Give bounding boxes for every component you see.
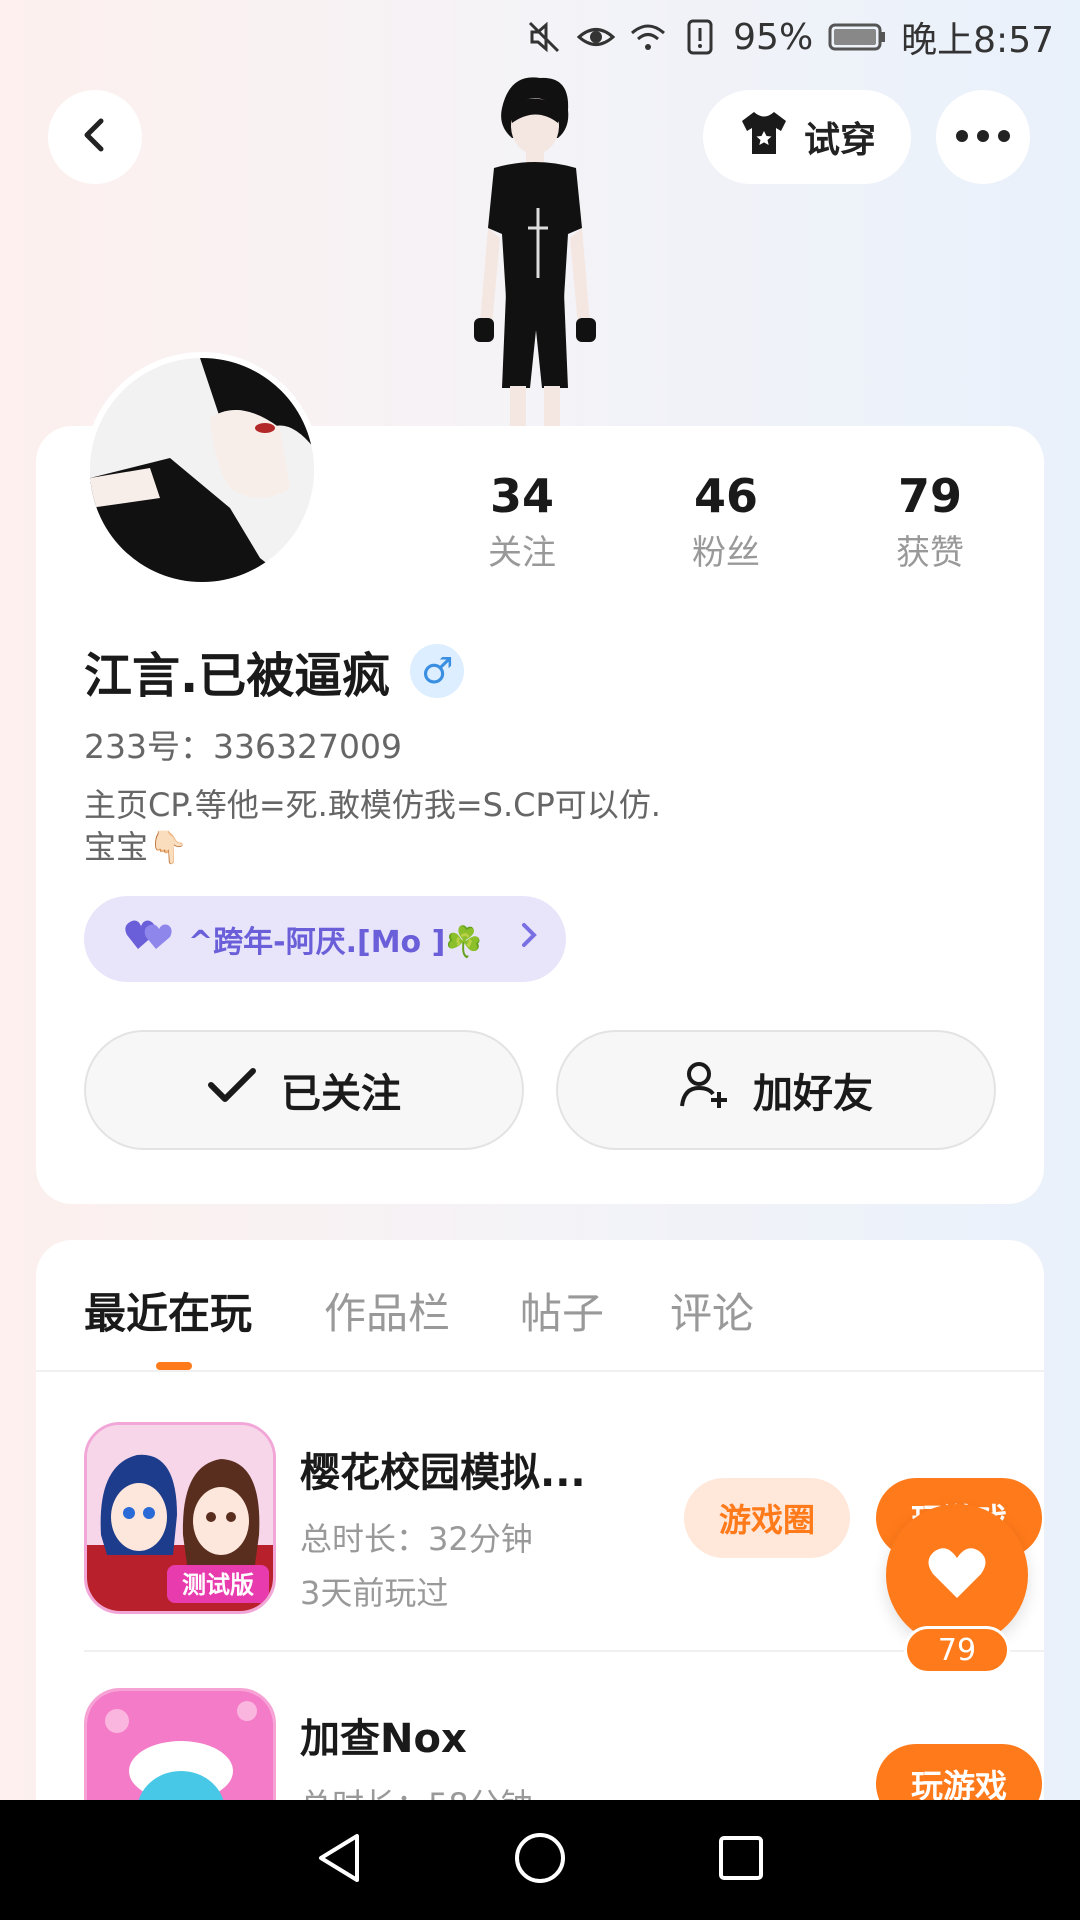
nav-recents-icon[interactable]: [717, 1834, 765, 1886]
game-name: 加查Nox: [300, 1716, 467, 1762]
row-divider: [84, 1650, 1044, 1652]
play-game-button[interactable]: 玩游戏: [876, 1744, 1042, 1800]
system-nav-bar: [0, 1800, 1080, 1920]
battery-icon: [827, 18, 887, 56]
more-button[interactable]: [936, 90, 1030, 184]
mute-icon: [525, 18, 563, 56]
username-row: 江言.已被逼疯 ♂: [84, 636, 465, 706]
stat-followers[interactable]: 46 粉丝: [636, 466, 816, 578]
eye-icon: [577, 18, 616, 56]
test-version-badge: 测试版: [182, 1571, 254, 1599]
cp-partner-name: ^跨年-阿厌.[Mo ]☘️: [188, 925, 483, 960]
chevron-right-icon: [519, 920, 539, 958]
double-heart-icon: [124, 917, 174, 961]
add-friend-button[interactable]: 加好友: [556, 1030, 996, 1150]
game-duration: 总时长：32分钟: [300, 1520, 533, 1558]
nav-back-icon[interactable]: [315, 1832, 363, 1888]
add-friend-label: 加好友: [753, 1071, 873, 1117]
alert-icon: [681, 18, 719, 56]
wifi-icon: [629, 18, 667, 56]
followed-button[interactable]: 已关注: [84, 1030, 524, 1150]
back-button[interactable]: [48, 90, 142, 184]
back-arrow-icon: [75, 115, 115, 159]
try-on-button[interactable]: 试穿: [703, 90, 911, 184]
followed-label: 已关注: [281, 1071, 401, 1117]
stat-likes[interactable]: 79 获赞: [840, 466, 1020, 578]
username: 江言.已被逼疯: [84, 648, 391, 704]
more-dots-icon: [955, 128, 1011, 147]
try-on-label: 试穿: [803, 120, 876, 161]
tab-posts[interactable]: 帖子: [520, 1280, 604, 1341]
tab-bar: 最近在玩 作品栏 帖子 评论: [36, 1240, 1044, 1372]
game-last-played: 3天前玩过: [300, 1574, 449, 1612]
tab-comments[interactable]: 评论: [670, 1280, 754, 1341]
status-bar: 95% 晚上8:57: [0, 0, 1080, 74]
clock: 晚上8:57: [901, 20, 1054, 61]
battery-percent: 95%: [733, 16, 814, 58]
like-count-badge: 79: [904, 1626, 1010, 1674]
tab-indicator: [156, 1362, 192, 1370]
add-user-icon: [679, 1060, 729, 1120]
recent-games-card: 最近在玩 作品栏 帖子 评论 测试版 樱花校园模拟... 总时长：32分钟 3天…: [36, 1240, 1044, 1800]
male-gender-icon: ♂: [410, 644, 465, 698]
stat-following[interactable]: 34 关注: [432, 466, 612, 578]
game-icon-gacha-nox[interactable]: [84, 1688, 276, 1800]
tshirt-icon: [738, 109, 790, 166]
game-circle-button[interactable]: 游戏圈: [684, 1478, 850, 1558]
nav-home-icon[interactable]: [513, 1831, 567, 1889]
game-row[interactable]: 加查Nox 总时长：58分钟 玩游戏: [84, 1688, 1044, 1800]
character-figure[interactable]: [440, 68, 620, 428]
likes-count: 79: [897, 469, 962, 523]
tab-works[interactable]: 作品栏: [324, 1280, 450, 1341]
tab-recently-played[interactable]: 最近在玩: [84, 1280, 252, 1341]
user-id: 233号：336327009: [84, 727, 402, 766]
game-duration: 总时长：58分钟: [300, 1780, 533, 1800]
likes-label: 获赞: [896, 533, 964, 573]
following-count: 34: [489, 469, 554, 523]
bio: 主页CP.等他=死.敢模仿我=S.CP可以仿. 宝宝👇🏻: [84, 784, 661, 868]
followers-count: 46: [693, 469, 758, 523]
check-icon: [207, 1065, 257, 1115]
game-name: 樱花校园模拟...: [300, 1450, 586, 1496]
like-button[interactable]: [886, 1504, 1028, 1646]
heart-icon: [927, 1546, 987, 1604]
bio-line-1: 主页CP.等他=死.敢模仿我=S.CP可以仿.: [84, 786, 661, 824]
following-label: 关注: [488, 533, 556, 573]
bio-line-2: 宝宝👇🏻: [84, 828, 188, 866]
cp-partner-pill[interactable]: ^跨年-阿厌.[Mo ]☘️: [84, 896, 566, 982]
stats-row: 34 关注 46 粉丝 79 获赞: [0, 466, 1080, 586]
game-icon-sakura[interactable]: 测试版: [84, 1422, 276, 1614]
followers-label: 粉丝: [692, 533, 760, 573]
